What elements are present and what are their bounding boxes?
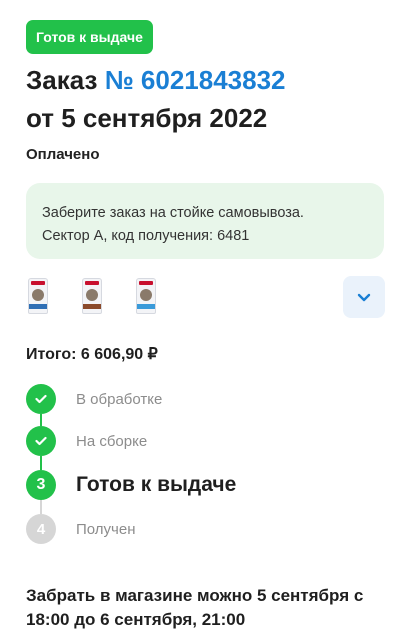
step-connector — [40, 500, 42, 514]
chevron-down-icon — [357, 293, 371, 301]
order-title: Заказ № 6021843832 — [26, 62, 286, 98]
pickup-window-text: Забрать в магазине можно 5 сентября с 18… — [26, 586, 364, 629]
step-number: 3 — [26, 470, 56, 500]
step-number: 4 — [26, 514, 56, 544]
pickup-info-line1: Заберите заказ на стойке самовывоза. — [42, 205, 304, 221]
checkmark-icon — [26, 426, 56, 456]
product-band — [137, 304, 155, 309]
order-status-chip: Готов к выдаче — [26, 20, 153, 54]
step-label: В обработке — [76, 390, 163, 408]
order-total: Итого: 6 606,90 ₽ — [26, 346, 158, 363]
product-band — [83, 304, 101, 309]
product-thumbnail[interactable] — [28, 276, 48, 316]
product-thumbnail[interactable] — [82, 276, 102, 316]
step-assembling: На сборке — [26, 426, 147, 456]
brand-stripe — [31, 281, 45, 285]
order-title-prefix: Заказ — [26, 65, 98, 95]
brand-stripe — [139, 281, 153, 285]
cat-picture — [32, 289, 44, 301]
step-ready: 3 Готов к выдаче — [26, 470, 236, 500]
order-date: от 5 сентября 2022 — [26, 103, 268, 133]
payment-status: Оплачено — [26, 146, 100, 163]
expand-items-button[interactable] — [343, 276, 385, 318]
step-label: Готов к выдаче — [76, 473, 237, 496]
step-label: На сборке — [76, 432, 148, 450]
step-label: Получен — [76, 520, 136, 538]
brand-stripe — [85, 281, 99, 285]
cat-picture — [86, 289, 98, 301]
product-band — [29, 304, 47, 309]
cat-picture — [140, 289, 152, 301]
order-items-thumbnails[interactable] — [28, 276, 190, 320]
step-connector — [40, 414, 42, 426]
step-processing: В обработке — [26, 384, 162, 414]
order-number-link[interactable]: № 6021843832 — [105, 65, 286, 95]
pickup-info-line2: Сектор А, код получения: 6481 — [42, 228, 250, 244]
product-thumbnail[interactable] — [136, 276, 156, 316]
step-received: 4 Получен — [26, 514, 136, 544]
pickup-info-box: Заберите заказ на стойке самовывоза. Сек… — [26, 183, 384, 259]
checkmark-icon — [26, 384, 56, 414]
step-connector — [40, 456, 42, 470]
